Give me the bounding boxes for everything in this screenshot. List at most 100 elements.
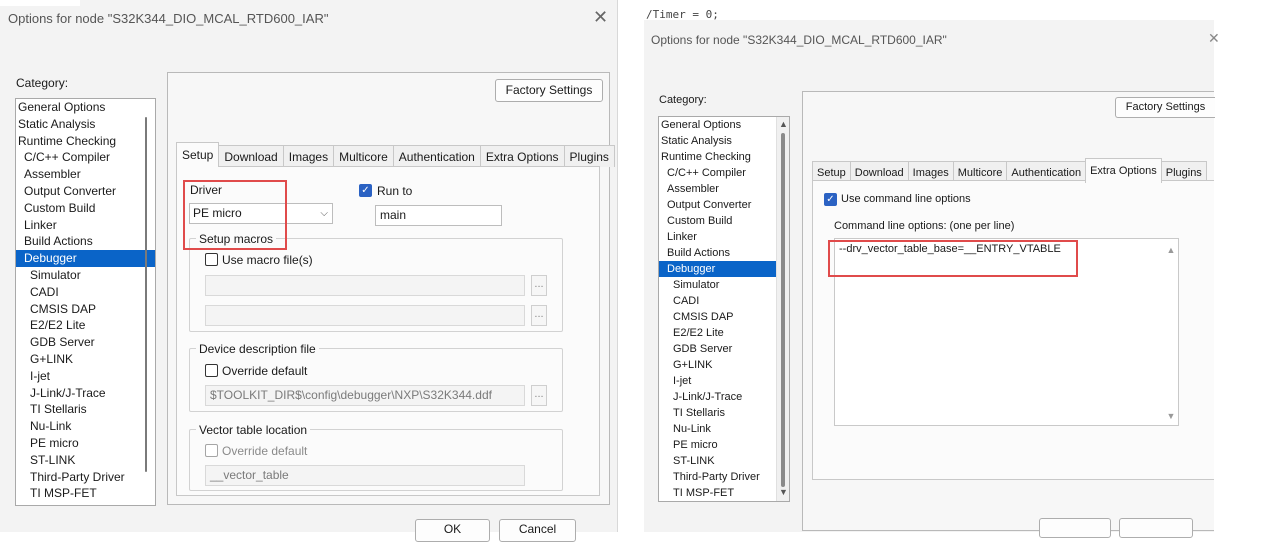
options-dialog-left: Options for node "S32K344_DIO_MCAL_RTD60… xyxy=(0,0,618,542)
vector-table-label: Vector table location xyxy=(196,423,311,437)
vector-override-checkbox[interactable] xyxy=(205,444,218,457)
category-item-simulator[interactable]: Simulator xyxy=(16,267,155,284)
category-item-nu-link[interactable]: Nu-Link xyxy=(16,418,155,435)
macro-file-input-1[interactable] xyxy=(205,275,525,296)
category-item-build-actions[interactable]: Build Actions xyxy=(659,245,789,261)
factory-settings-button[interactable]: Factory Settings xyxy=(495,79,603,102)
category-item-output-converter[interactable]: Output Converter xyxy=(16,183,155,200)
category-item-ti-stellaris[interactable]: TI Stellaris xyxy=(16,401,155,418)
category-item-cmsis-dap[interactable]: CMSIS DAP xyxy=(16,301,155,318)
category-item-debugger[interactable]: Debugger xyxy=(659,261,789,277)
category-item-static-analysis[interactable]: Static Analysis xyxy=(16,116,155,133)
tab-setup[interactable]: Setup xyxy=(176,142,220,167)
category-item-pe-micro[interactable]: PE micro xyxy=(659,437,789,453)
use-cmdline-checkbox[interactable]: ✓ xyxy=(824,193,837,206)
browse-macro-1-button[interactable]: ... xyxy=(531,275,547,296)
category-item-third-party-driver[interactable]: Third-Party Driver xyxy=(16,469,155,486)
device-description-label: Device description file xyxy=(196,342,319,356)
use-macro-files-label: Use macro file(s) xyxy=(222,253,313,267)
category-item-e2-e2-lite[interactable]: E2/E2 Lite xyxy=(659,325,789,341)
category-item-build-actions[interactable]: Build Actions xyxy=(16,233,155,250)
category-item-runtime-checking[interactable]: Runtime Checking xyxy=(16,133,155,150)
tab-download[interactable]: Download xyxy=(218,145,284,167)
vector-override-label: Override default xyxy=(222,444,308,458)
category-item-i-jet[interactable]: I-jet xyxy=(659,373,789,389)
scrollbar[interactable] xyxy=(145,117,147,472)
category-item-third-party-driver[interactable]: Third-Party Driver xyxy=(659,469,789,485)
macro-file-input-2[interactable] xyxy=(205,305,525,326)
category-item-c-c-compiler[interactable]: C/C++ Compiler xyxy=(659,165,789,181)
close-icon[interactable]: ✕ xyxy=(1208,30,1220,47)
category-item-ti-stellaris[interactable]: TI Stellaris xyxy=(659,405,789,421)
override-default-checkbox[interactable] xyxy=(205,364,218,377)
run-to-checkbox[interactable]: ✓ xyxy=(359,184,372,197)
category-item-custom-build[interactable]: Custom Build xyxy=(16,200,155,217)
category-item-c-c-compiler[interactable]: C/C++ Compiler xyxy=(16,149,155,166)
tab-extra-options[interactable]: Extra Options xyxy=(479,145,565,167)
ok-button[interactable]: OK xyxy=(415,519,490,542)
browse-ddf-button[interactable]: ... xyxy=(531,385,547,406)
use-macro-files-checkbox[interactable] xyxy=(205,253,218,266)
cancel-button-cropped[interactable] xyxy=(1119,518,1193,538)
category-item-g-link[interactable]: G+LINK xyxy=(659,357,789,373)
category-label: Category: xyxy=(659,94,707,106)
category-item-simulator[interactable]: Simulator xyxy=(659,277,789,293)
category-list[interactable]: General Options Static Analysis Runtime Ch… xyxy=(658,116,790,502)
scroll-up-icon[interactable]: ▲ xyxy=(777,119,790,129)
ok-button-cropped[interactable] xyxy=(1039,518,1111,538)
vector-table-input[interactable]: __vector_table xyxy=(205,465,525,486)
category-item-output-converter[interactable]: Output Converter xyxy=(659,197,789,213)
factory-settings-button[interactable]: Factory Settings xyxy=(1115,97,1215,118)
category-item-cmsis-dap[interactable]: CMSIS DAP xyxy=(659,309,789,325)
category-item-j-link-j-trace[interactable]: J-Link/J-Trace xyxy=(16,385,155,402)
run-to-input[interactable]: main xyxy=(375,205,502,226)
tab-images[interactable]: Images xyxy=(282,145,335,167)
category-item-runtime-checking[interactable]: Runtime Checking xyxy=(659,149,789,165)
browse-macro-2-button[interactable]: ... xyxy=(531,305,547,326)
chevron-down-icon: ⌵ xyxy=(320,208,328,219)
tab-bar: Setup Download Images Multicore Authenticati… xyxy=(176,142,615,167)
category-item-j-link-j-trace[interactable]: J-Link/J-Trace xyxy=(659,389,789,405)
scroll-down-icon[interactable]: ▼ xyxy=(777,487,790,497)
cmdline-options-label: Command line options: (one per line) xyxy=(834,220,1015,232)
category-item-general-options[interactable]: General Options xyxy=(659,117,789,133)
tab-authentication[interactable]: Authentication xyxy=(392,145,481,167)
category-item-e2-e2-lite[interactable]: E2/E2 Lite xyxy=(16,317,155,334)
category-item-nu-link[interactable]: Nu-Link xyxy=(659,421,789,437)
close-icon[interactable]: ✕ xyxy=(593,7,608,28)
category-item-debugger[interactable]: Debugger xyxy=(16,250,155,267)
category-item-g-link[interactable]: G+LINK xyxy=(16,351,155,368)
tab-plugins[interactable]: Plugins xyxy=(563,145,615,167)
category-item-static-analysis[interactable]: Static Analysis xyxy=(659,133,789,149)
category-item-ti-msp-fet[interactable]: TI MSP-FET xyxy=(16,485,155,502)
highlight-box xyxy=(828,240,1078,277)
category-item-linker[interactable]: Linker xyxy=(16,217,155,234)
category-item-assembler[interactable]: Assembler xyxy=(16,166,155,183)
textarea-scroll-up-icon[interactable]: ▲ xyxy=(1166,245,1176,255)
category-item-linker[interactable]: Linker xyxy=(659,229,789,245)
category-item-cadi[interactable]: CADI xyxy=(659,293,789,309)
category-item-custom-build[interactable]: Custom Build xyxy=(659,213,789,229)
device-description-path[interactable]: $TOOLKIT_DIR$\config\debugger\NXP\S32K34… xyxy=(205,385,525,406)
category-item-st-link[interactable]: ST-LINK xyxy=(659,453,789,469)
dialog-title: Options for node "S32K344_DIO_MCAL_RTD60… xyxy=(8,11,329,26)
background-strip xyxy=(0,0,80,6)
tab-extra-options[interactable]: Extra Options xyxy=(1085,158,1162,183)
category-item-ti-msp-fet[interactable]: TI MSP-FET xyxy=(659,485,789,501)
category-item-general-options[interactable]: General Options xyxy=(16,99,155,116)
category-item-pe-micro[interactable]: PE micro xyxy=(16,435,155,452)
scroll-thumb[interactable] xyxy=(781,133,785,487)
options-dialog-right: Options for node "S32K344_DIO_MCAL_RTD60… xyxy=(644,20,1220,538)
dialog-title: Options for node "S32K344_DIO_MCAL_RTD60… xyxy=(651,33,947,47)
tab-multicore[interactable]: Multicore xyxy=(333,145,394,167)
category-list[interactable]: General Options Static Analysis Runtime Ch… xyxy=(15,98,156,506)
category-item-st-link[interactable]: ST-LINK xyxy=(16,452,155,469)
textarea-scroll-down-icon[interactable]: ▼ xyxy=(1166,411,1176,421)
category-item-gdb-server[interactable]: GDB Server xyxy=(659,341,789,357)
category-scrollbar[interactable]: ▲ ▼ xyxy=(776,117,789,501)
category-item-gdb-server[interactable]: GDB Server xyxy=(16,334,155,351)
category-item-assembler[interactable]: Assembler xyxy=(659,181,789,197)
category-item-cadi[interactable]: CADI xyxy=(16,284,155,301)
cancel-button[interactable]: Cancel xyxy=(499,519,576,542)
category-item-i-jet[interactable]: I-jet xyxy=(16,368,155,385)
